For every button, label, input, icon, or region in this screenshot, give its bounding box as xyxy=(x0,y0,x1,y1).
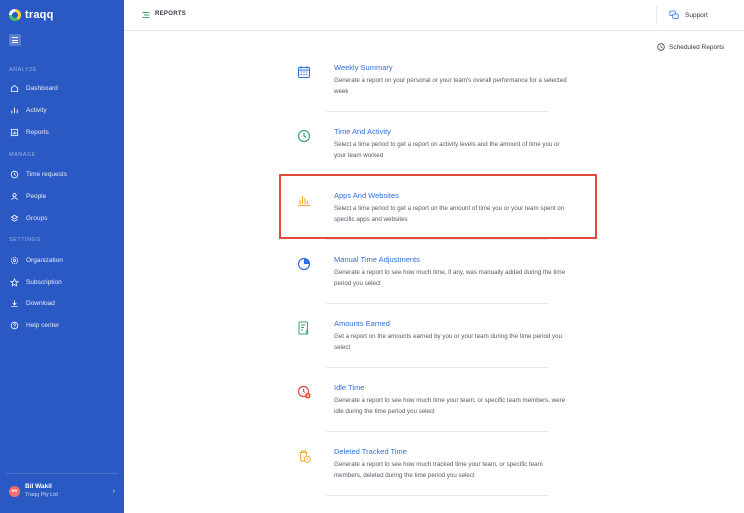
sidebar-item-help-center[interactable]: Help center xyxy=(9,319,59,331)
report-weekly-summary[interactable]: Weekly Summary Generate a report on your… xyxy=(297,63,567,103)
report-deleted-tracked-time[interactable]: Deleted Tracked Time Generate a report t… xyxy=(297,447,549,487)
sidebar-item-label: Organization xyxy=(26,256,63,264)
sidebar-item-dashboard[interactable]: Dashboard xyxy=(9,82,58,94)
section-label-analyze: ANALYZE xyxy=(9,67,38,73)
scheduled-reports-link[interactable]: Scheduled Reports xyxy=(657,43,724,51)
activity-bars-icon xyxy=(9,105,19,115)
app-name: traqq xyxy=(25,9,54,21)
people-icon xyxy=(9,191,19,201)
report-title[interactable]: Time And Activity xyxy=(334,127,391,136)
traqq-logo-icon xyxy=(9,9,21,21)
report-description: Generate a report to see how much time, … xyxy=(334,269,566,287)
sidebar-item-activity[interactable]: Activity xyxy=(9,104,47,116)
report-description: Generate a report to see how much time y… xyxy=(334,397,566,415)
avatar: BW xyxy=(9,485,20,497)
divider xyxy=(326,431,549,432)
user-organization: Traqq Pty Ltd xyxy=(25,492,58,498)
clock-icon xyxy=(9,169,19,179)
divider xyxy=(326,111,549,112)
divider xyxy=(326,495,549,496)
header-divider xyxy=(656,6,657,25)
home-icon xyxy=(9,83,19,93)
report-idle-time[interactable]: Idle Time Generate a report to see how m… xyxy=(297,383,565,423)
chevron-right-icon: › xyxy=(112,487,115,495)
invoice-icon: $ xyxy=(298,321,309,336)
divider xyxy=(326,303,549,304)
section-label-settings: SETTINGS xyxy=(9,237,41,243)
section-label-manage: MANAGE xyxy=(9,152,36,158)
sidebar-item-label: Subscription xyxy=(26,278,62,286)
top-header: REPORTS Support xyxy=(124,0,744,31)
sidebar-item-label: People xyxy=(26,192,47,200)
reports-list-icon xyxy=(142,12,150,18)
sidebar-item-label: Help center xyxy=(26,321,60,329)
svg-text:$: $ xyxy=(305,330,309,336)
user-menu[interactable]: BW Bil Wakil Traqq Pty Ltd › xyxy=(9,483,115,499)
report-title[interactable]: Idle Time xyxy=(334,383,364,392)
divider xyxy=(326,239,549,240)
report-manual-time-adjustments[interactable]: Manual Time Adjustments Generate a repor… xyxy=(297,255,565,295)
idle-clock-icon xyxy=(297,385,311,399)
pie-chart-icon xyxy=(297,257,311,271)
sidebar-item-label: Time requests xyxy=(26,170,67,178)
divider xyxy=(326,367,549,368)
user-name: Bil Wakil xyxy=(25,483,52,490)
calendar-icon xyxy=(298,66,310,78)
support-chat-icon xyxy=(669,10,679,19)
gear-icon xyxy=(9,255,19,265)
sidebar-item-organization[interactable]: Organization xyxy=(9,254,63,266)
sidebar-item-download[interactable]: Download xyxy=(9,297,55,309)
report-title[interactable]: Amounts Earned xyxy=(334,319,390,328)
clock-icon xyxy=(297,129,311,143)
report-amounts-earned[interactable]: $ Amounts Earned Get a report on the amo… xyxy=(297,319,562,359)
sidebar-item-label: Activity xyxy=(26,106,47,114)
selection-highlight xyxy=(279,174,597,239)
sidebar-item-label: Groups xyxy=(26,214,48,222)
star-icon xyxy=(9,277,19,287)
menu-toggle-button[interactable] xyxy=(9,34,21,46)
report-description: Generate a report on your personal or yo… xyxy=(334,77,567,95)
sidebar-item-groups[interactable]: Groups xyxy=(9,212,47,224)
sidebar-item-people[interactable]: People xyxy=(9,190,46,202)
support-label: Support xyxy=(685,11,708,19)
report-description: Generate a report to see how much tracke… xyxy=(334,461,543,479)
scheduled-clock-icon xyxy=(657,43,665,51)
sidebar-item-time-requests[interactable]: Time requests xyxy=(9,168,67,180)
report-description: Get a report on the amounts earned by yo… xyxy=(334,333,563,351)
report-title[interactable]: Manual Time Adjustments xyxy=(334,255,420,264)
sidebar: traqq ANALYZE Dashboard Activity Reports… xyxy=(0,0,124,513)
scheduled-reports-label: Scheduled Reports xyxy=(669,43,725,51)
support-button[interactable]: Support xyxy=(669,10,708,20)
sidebar-item-label: Download xyxy=(26,299,55,307)
sidebar-item-subscription[interactable]: Subscription xyxy=(9,276,62,288)
report-title[interactable]: Weekly Summary xyxy=(334,63,393,72)
report-title[interactable]: Deleted Tracked Time xyxy=(334,447,407,456)
logo[interactable]: traqq xyxy=(9,9,54,21)
report-description: Select a time period to get a report on … xyxy=(334,141,560,159)
reports-icon xyxy=(9,127,19,137)
report-time-and-activity[interactable]: Time And Activity Select a time period t… xyxy=(297,127,560,167)
page-title: REPORTS xyxy=(155,11,187,17)
sidebar-item-label: Reports xyxy=(26,128,49,136)
sidebar-item-reports[interactable]: Reports xyxy=(9,126,49,138)
sidebar-divider xyxy=(6,473,118,474)
download-icon xyxy=(9,298,19,308)
help-icon xyxy=(9,320,19,330)
sidebar-item-label: Dashboard xyxy=(26,84,58,92)
groups-icon xyxy=(9,213,19,223)
deleted-time-icon xyxy=(299,450,311,463)
